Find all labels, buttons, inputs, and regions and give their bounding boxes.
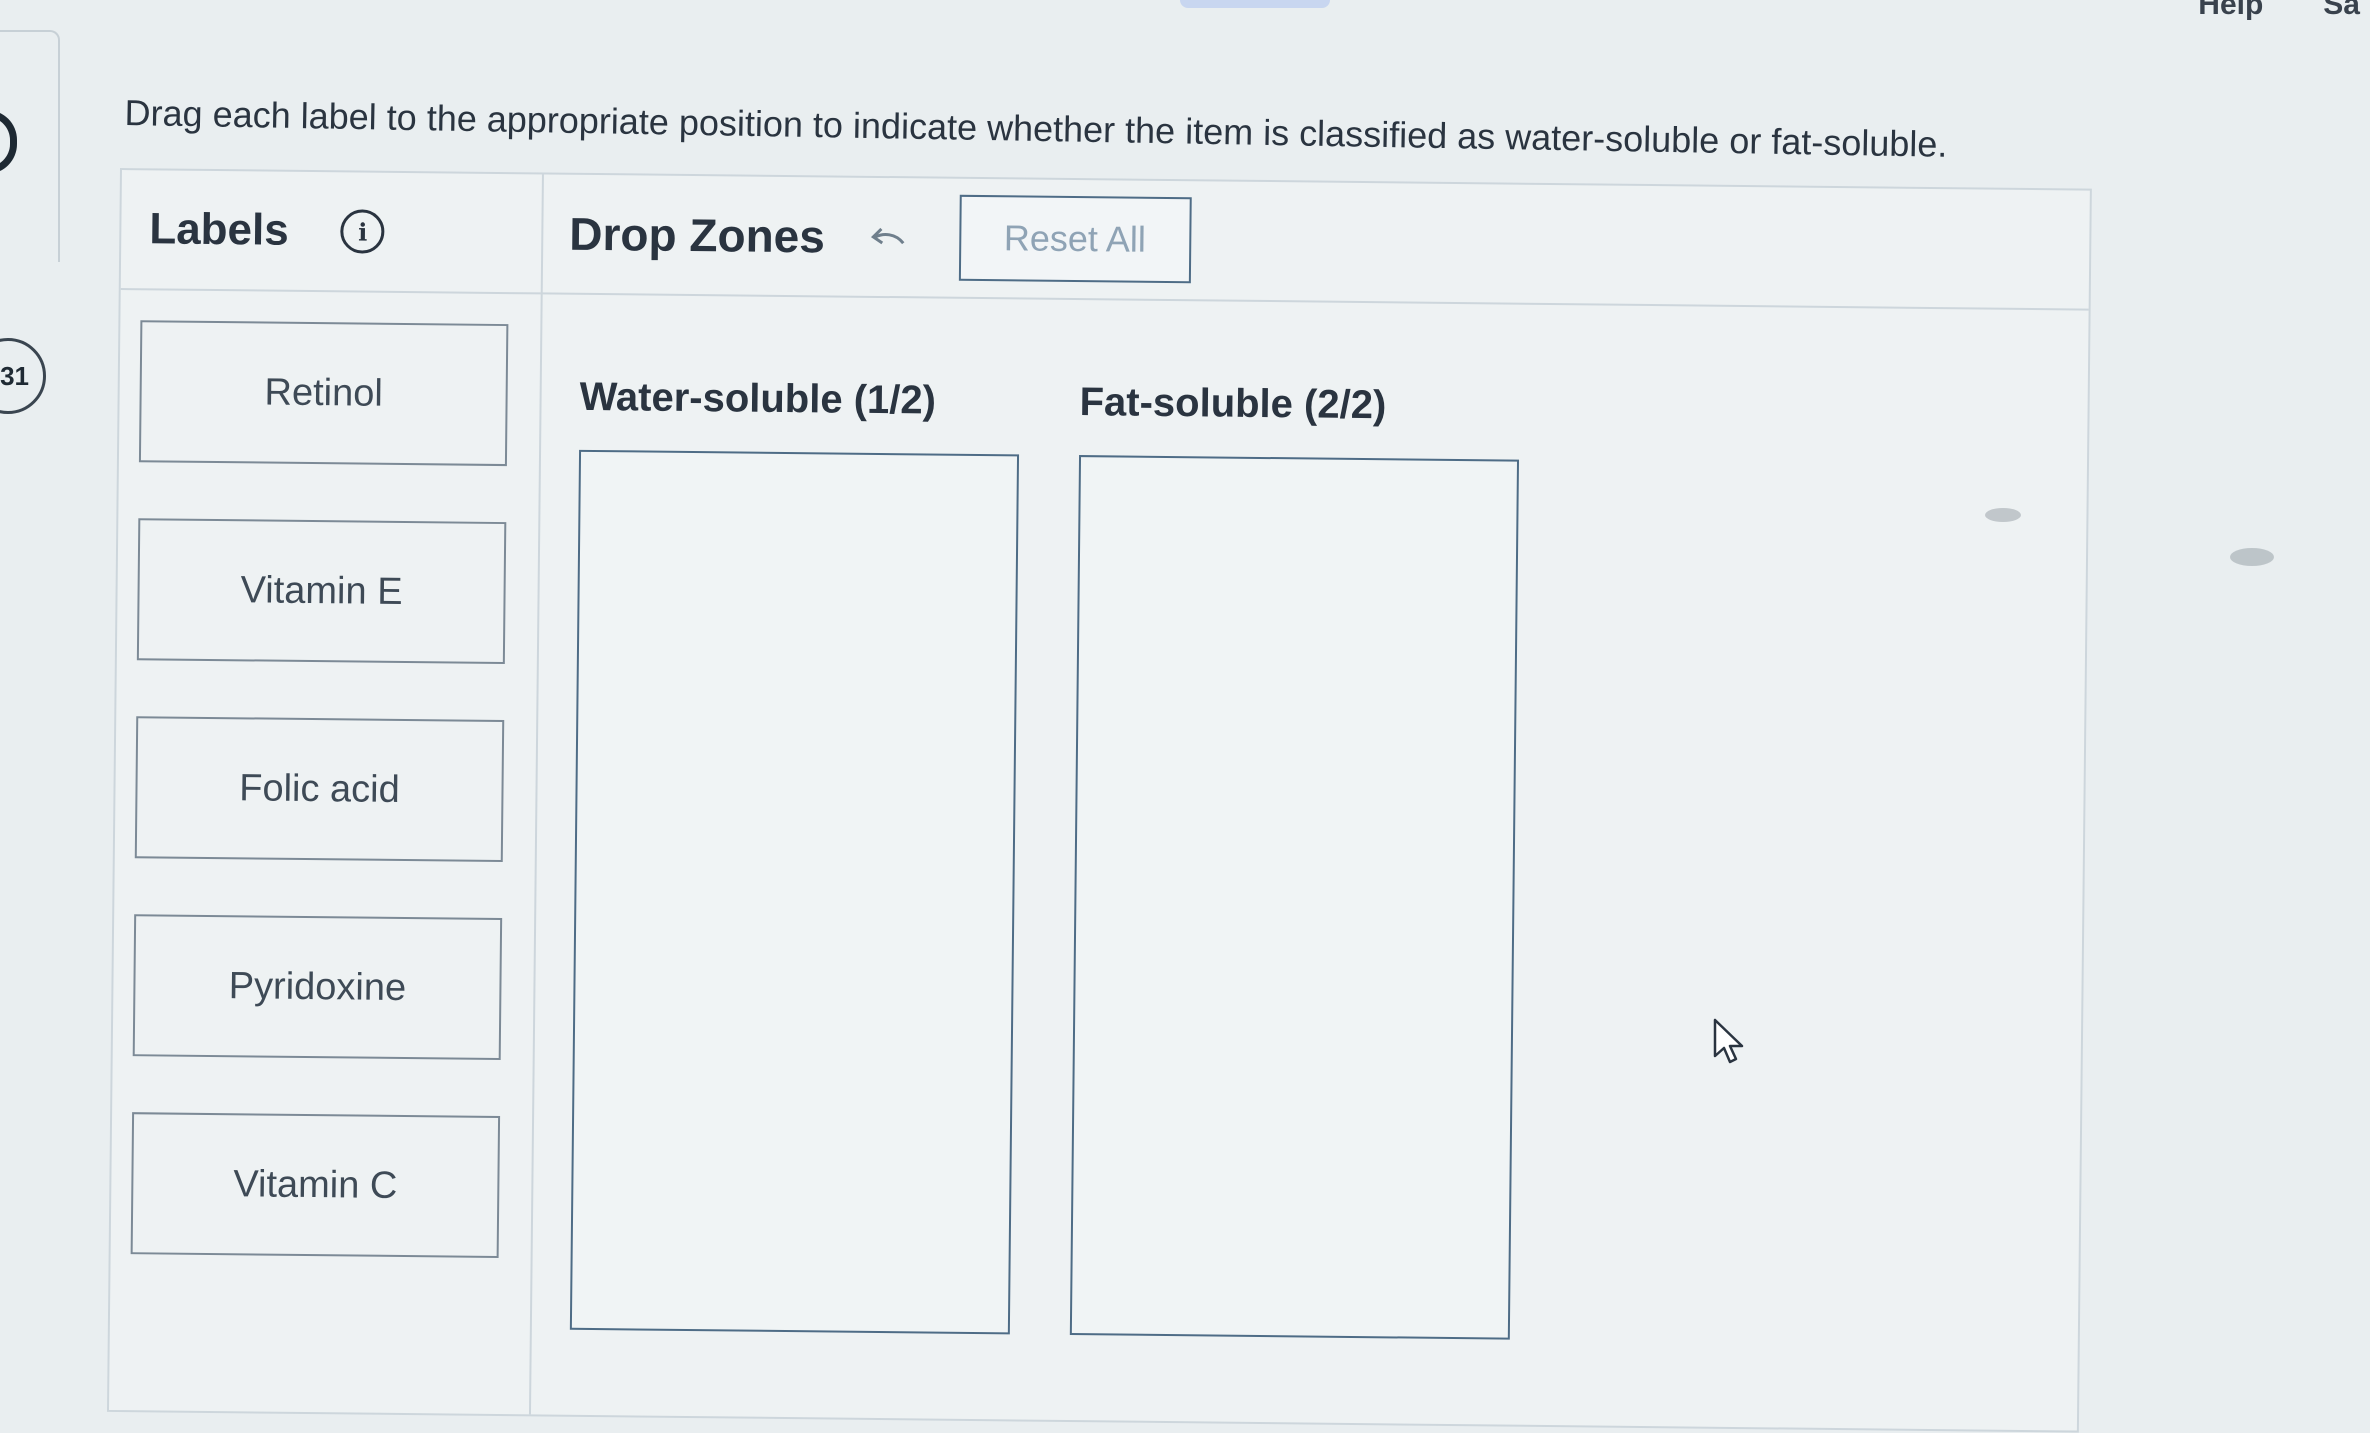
help-link[interactable]: Help [2198, 0, 2263, 30]
drop-zones-column: Drop Zones Reset All Water-soluble (1/2)… [529, 174, 2090, 1430]
label-text: Vitamin E [240, 568, 403, 613]
info-icon[interactable]: i [340, 209, 385, 254]
label-retinol[interactable]: Retinol [138, 320, 509, 467]
drop-zones-title: Drop Zones [569, 207, 826, 263]
arrow-left-icon[interactable] [867, 217, 907, 257]
question-instruction: Drag each label to the appropriate posit… [124, 92, 1948, 165]
arrow-left-icon-svg [870, 227, 904, 245]
water-soluble-drop-area[interactable] [569, 449, 1020, 1335]
label-list: Retinol Vitamin E Folic acid Pyridoxine … [130, 320, 510, 1314]
label-text: Folic acid [239, 766, 400, 811]
question-number: 31 [0, 360, 29, 391]
screen-smudge [1985, 508, 2021, 522]
label-pyridoxine[interactable]: Pyridoxine [132, 914, 503, 1061]
screen-smudge [2230, 548, 2274, 566]
top-nav: Help Sa [2198, 0, 2370, 30]
save-link[interactable]: Sa [2323, 0, 2360, 30]
zone-title: Fat-soluble (2/2) [1079, 380, 1387, 428]
fat-soluble-drop-area[interactable] [1069, 455, 1520, 1340]
question-number-badge[interactable]: 31 [0, 338, 46, 414]
mouse-cursor-icon [1713, 1018, 1744, 1064]
reset-all-button[interactable]: Reset All [958, 194, 1192, 284]
label-folic-acid[interactable]: Folic acid [134, 716, 505, 863]
label-text: Pyridoxine [228, 964, 407, 1009]
zone-title: Water-soluble (1/2) [579, 374, 937, 423]
labels-title: Labels [149, 204, 290, 255]
drop-zone-water-soluble: Water-soluble (1/2) [569, 374, 1020, 1335]
label-vitamin-e[interactable]: Vitamin E [136, 518, 507, 665]
label-text: Retinol [264, 371, 384, 415]
top-tab-indicator [1180, 0, 1330, 8]
drag-drop-panel: Labels i Retinol Vitamin E Folic acid Py… [106, 168, 2092, 1433]
drop-zone-fat-soluble: Fat-soluble (2/2) [1069, 380, 1520, 1340]
labels-header: Labels i [120, 170, 542, 295]
labels-column: Labels i Retinol Vitamin E Folic acid Py… [108, 170, 544, 1415]
drop-zones-header: Drop Zones Reset All [540, 174, 2090, 311]
label-vitamin-c[interactable]: Vitamin C [130, 1112, 501, 1259]
label-text: Vitamin C [233, 1162, 398, 1207]
